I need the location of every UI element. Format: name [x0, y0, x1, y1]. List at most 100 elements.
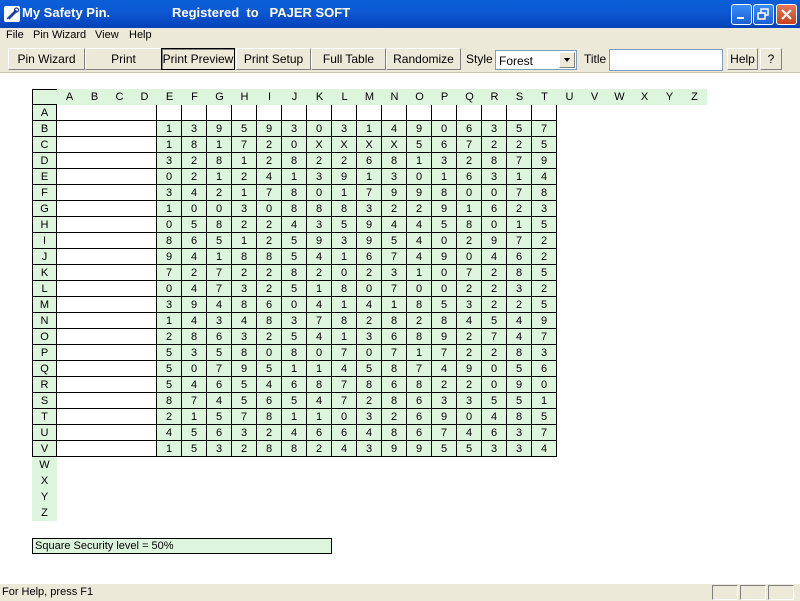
- pin-cell: 2: [357, 265, 382, 281]
- full-table-button[interactable]: Full Table: [311, 48, 386, 70]
- pin-cell: 2: [157, 329, 182, 345]
- blank-cell-block: [57, 121, 157, 137]
- pin-cell: 0: [457, 249, 482, 265]
- print-preview-button[interactable]: Print Preview: [161, 48, 235, 70]
- row-header: P: [32, 345, 57, 361]
- pin-cell: 2: [307, 265, 332, 281]
- pin-cell: 7: [332, 377, 357, 393]
- pin-cell: 7: [332, 345, 357, 361]
- pin-cell: 3: [507, 425, 532, 441]
- pin-cell: 6: [407, 393, 432, 409]
- pin-cell: 2: [257, 137, 282, 153]
- dropdown-arrow-button[interactable]: [559, 52, 575, 68]
- pin-wizard-button[interactable]: Pin Wizard: [8, 48, 85, 70]
- blank-cell-block: [57, 281, 157, 297]
- row-header: M: [32, 297, 57, 313]
- pin-cell: 2: [532, 233, 557, 249]
- pin-cell: 9: [332, 169, 357, 185]
- pin-cell: 8: [407, 377, 432, 393]
- pin-cell: 9: [432, 249, 457, 265]
- style-select[interactable]: Forest: [495, 50, 577, 70]
- pin-cell: 2: [532, 281, 557, 297]
- pin-cell: 5: [282, 233, 307, 249]
- pin-cell: 4: [532, 169, 557, 185]
- pin-cell: 5: [432, 441, 457, 457]
- pin-cell: 1: [232, 185, 257, 201]
- blank-cell-block: [57, 233, 157, 249]
- pin-cell: 1: [232, 153, 257, 169]
- menu-view[interactable]: View: [95, 29, 119, 41]
- pin-cell: 1: [157, 313, 182, 329]
- column-header: Z: [682, 89, 707, 105]
- pin-cell: 5: [332, 217, 357, 233]
- blank-cell-block: [57, 105, 157, 121]
- pin-cell: 4: [382, 121, 407, 137]
- pin-cell: 2: [257, 153, 282, 169]
- randomize-button[interactable]: Randomize: [386, 48, 461, 70]
- pin-cell: 9: [482, 233, 507, 249]
- pin-cell: 1: [282, 169, 307, 185]
- pin-cell: 8: [232, 249, 257, 265]
- pin-cell: 5: [507, 361, 532, 377]
- pin-cell: 2: [232, 217, 257, 233]
- pin-cell: 5: [157, 377, 182, 393]
- pin-cell: 6: [332, 425, 357, 441]
- pin-cell: 0: [332, 409, 357, 425]
- pin-cell: 5: [157, 361, 182, 377]
- title-bar[interactable]: My Safety Pin. Registered to PAJER SOFT: [0, 0, 800, 28]
- style-label: Style: [466, 52, 493, 66]
- pin-cell: 5: [182, 441, 207, 457]
- pin-cell: 8: [282, 345, 307, 361]
- pin-cell: 4: [482, 249, 507, 265]
- row-header: C: [32, 137, 57, 153]
- pin-cell: 0: [432, 265, 457, 281]
- print-button[interactable]: Print: [85, 48, 162, 70]
- pin-cell: 0: [482, 217, 507, 233]
- column-header: A: [57, 89, 82, 105]
- menu-help[interactable]: Help: [129, 29, 152, 41]
- pin-cell: 0: [532, 377, 557, 393]
- blank-cell-block: [57, 441, 157, 457]
- title-input[interactable]: [609, 49, 723, 71]
- pin-cell: 3: [357, 441, 382, 457]
- pin-cell: 6: [407, 409, 432, 425]
- menu-file[interactable]: File: [6, 29, 24, 41]
- pin-cell: 3: [482, 169, 507, 185]
- pin-cell: 1: [332, 297, 357, 313]
- pin-cell: 8: [157, 233, 182, 249]
- row-header: U: [32, 425, 57, 441]
- column-header: T: [532, 89, 557, 105]
- row-header: G: [32, 201, 57, 217]
- column-header: E: [157, 89, 182, 105]
- restore-button[interactable]: [753, 4, 774, 25]
- pin-cell: [232, 105, 257, 121]
- minimize-button[interactable]: [731, 4, 752, 25]
- print-setup-button[interactable]: Print Setup: [236, 48, 311, 70]
- pin-cell: 4: [182, 313, 207, 329]
- pin-cell: 1: [307, 281, 332, 297]
- pin-cell: X: [307, 137, 332, 153]
- pin-cell: 3: [357, 329, 382, 345]
- pin-cell: 3: [182, 345, 207, 361]
- pin-cell: 4: [182, 281, 207, 297]
- pin-cell: 1: [407, 265, 432, 281]
- pin-cell: 4: [357, 425, 382, 441]
- question-button[interactable]: ?: [760, 48, 782, 70]
- pin-cell: 7: [232, 137, 257, 153]
- pin-cell: 4: [407, 249, 432, 265]
- column-header: V: [582, 89, 607, 105]
- pin-cell: 8: [482, 153, 507, 169]
- pin-cell: [357, 105, 382, 121]
- row-header: A: [32, 105, 57, 121]
- pin-cell: 2: [257, 265, 282, 281]
- row-header: V: [32, 441, 57, 457]
- pin-cell: 5: [282, 393, 307, 409]
- pin-cell: 3: [157, 297, 182, 313]
- pin-cell: 4: [432, 361, 457, 377]
- pin-cell: 8: [382, 361, 407, 377]
- close-button[interactable]: [776, 4, 797, 25]
- pin-cell: 3: [482, 121, 507, 137]
- help-button[interactable]: Help: [727, 48, 758, 70]
- menu-pin-wizard[interactable]: Pin Wizard: [33, 29, 86, 41]
- pin-cell: 9: [382, 441, 407, 457]
